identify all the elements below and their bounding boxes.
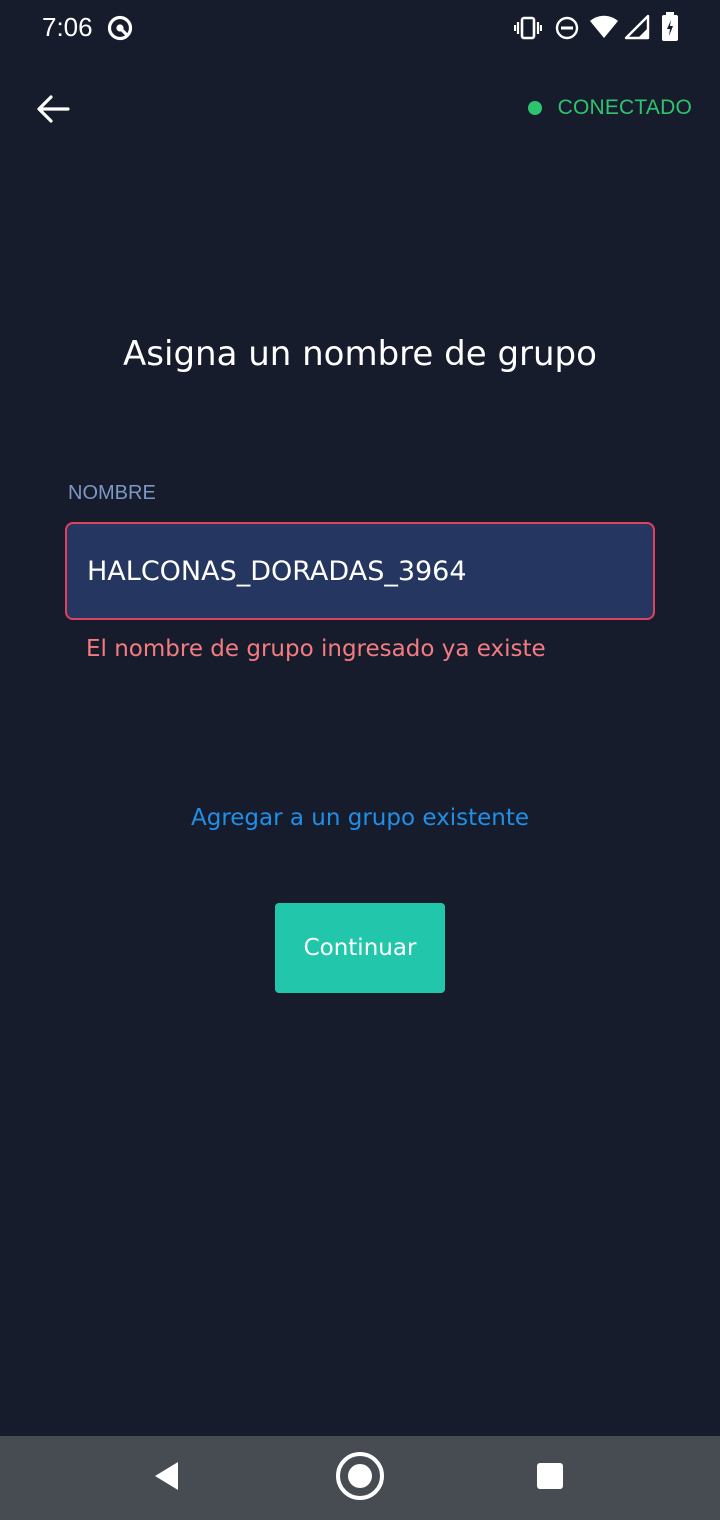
nav-home-icon — [334, 1450, 386, 1506]
page-title: Asigna un nombre de grupo — [123, 334, 597, 374]
group-name-input[interactable] — [65, 522, 655, 620]
signal-icon — [624, 14, 650, 44]
nav-home-button[interactable] — [310, 1436, 410, 1520]
connection-status: CONECTADO — [527, 96, 692, 120]
back-arrow-icon — [36, 94, 70, 128]
screen: 7:06 CONECTADO Asigna un nombre de grupo… — [0, 0, 720, 1520]
connection-dot — [527, 101, 542, 115]
status-time: 7:06 — [42, 12, 93, 42]
dnd-icon — [555, 16, 579, 44]
add-to-existing-group-link[interactable]: Agregar a un grupo existente — [0, 805, 720, 831]
wifi-icon — [589, 14, 619, 44]
battery-icon — [661, 12, 679, 46]
error-message: El nombre de grupo ingresado ya existe — [86, 636, 546, 662]
name-field-label: NOMBRE — [68, 482, 156, 504]
connection-status-label: CONECTADO — [557, 96, 692, 119]
vpn-icon — [106, 14, 134, 46]
back-button[interactable] — [30, 88, 76, 134]
nav-back-icon — [152, 1460, 182, 1496]
continue-button[interactable]: Continuar — [275, 903, 445, 993]
nav-recents-button[interactable] — [500, 1436, 600, 1520]
nav-recents-icon — [536, 1462, 564, 1494]
nav-back-button[interactable] — [117, 1436, 217, 1520]
nav-bar — [0, 1436, 720, 1520]
vibrate-icon — [513, 16, 543, 44]
status-bar: 7:06 — [0, 0, 720, 56]
